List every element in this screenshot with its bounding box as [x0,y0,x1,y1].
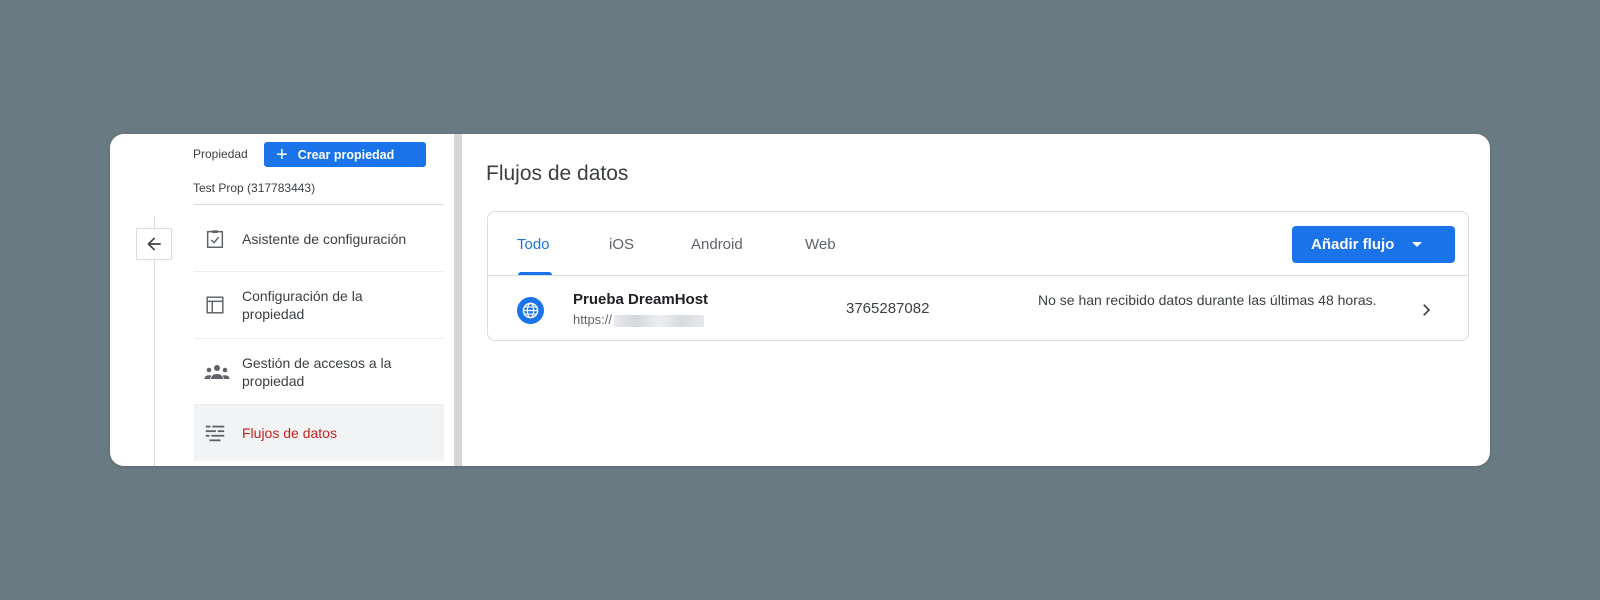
panel-divider [454,134,462,466]
stream-id: 3765287082 [846,300,930,317]
tab-ios[interactable]: iOS [609,236,634,253]
people-icon [194,363,242,381]
stream-row[interactable]: Prueba DreamHost https:// 3765287082 No … [488,276,1468,342]
stream-status: No se han recibido datos durante las últ… [1038,292,1377,308]
tab-all[interactable]: Todo [517,236,550,253]
layout-icon [194,294,242,316]
tab-android[interactable]: Android [691,236,743,253]
active-tab-indicator [518,272,552,275]
property-separator [194,204,444,205]
stream-name: Prueba DreamHost [573,291,709,308]
property-selector[interactable]: Test Prop (317783443) [193,181,315,195]
page-title: Flujos de datos [486,162,629,185]
chevron-right-icon[interactable] [1416,300,1436,325]
nav-item-data-streams[interactable]: Flujos de datos [194,405,444,461]
create-property-label: Crear propiedad [297,147,395,162]
create-property-button[interactable]: + Crear propiedad [264,142,426,167]
nav-item-label: Asistente de configuración [242,230,407,247]
streams-panel: Todo iOS Android Web Añadir flujo Prueba… [487,211,1469,341]
dropdown-caret-icon [1412,242,1423,247]
tab-web[interactable]: Web [805,236,836,253]
nav-item-access-management[interactable]: Gestión de accesos a la propiedad [194,339,444,405]
property-nav: Asistente de configuración Configuración… [194,206,444,461]
add-stream-button[interactable]: Añadir flujo [1292,226,1455,263]
data-streams-icon [194,422,242,444]
admin-card: Propiedad + Crear propiedad Test Prop (3… [110,134,1490,466]
nav-item-label: Flujos de datos [242,425,337,441]
plus-icon: + [276,143,288,166]
clipboard-check-icon [194,228,242,250]
add-stream-label: Añadir flujo [1311,236,1395,253]
nav-item-property-settings[interactable]: Configuración de la propiedad [194,272,444,339]
back-button[interactable] [136,228,172,260]
property-label: Propiedad [193,147,248,161]
arrow-back-icon [147,237,161,251]
admin-left-column: Propiedad + Crear propiedad Test Prop (3… [110,134,454,466]
redacted-url [614,314,705,327]
nav-item-label: Gestión de accesos a la propiedad [242,354,392,389]
globe-icon [517,297,544,324]
stream-url: https:// [573,312,705,327]
stream-url-prefix: https:// [573,312,613,327]
nav-item-setup-assistant[interactable]: Asistente de configuración [194,206,444,272]
main-content: Flujos de datos Todo iOS Android Web Aña… [462,134,1490,466]
nav-item-label: Configuración de la propiedad [242,288,363,322]
stream-tabs: Todo iOS Android Web Añadir flujo [488,212,1468,276]
